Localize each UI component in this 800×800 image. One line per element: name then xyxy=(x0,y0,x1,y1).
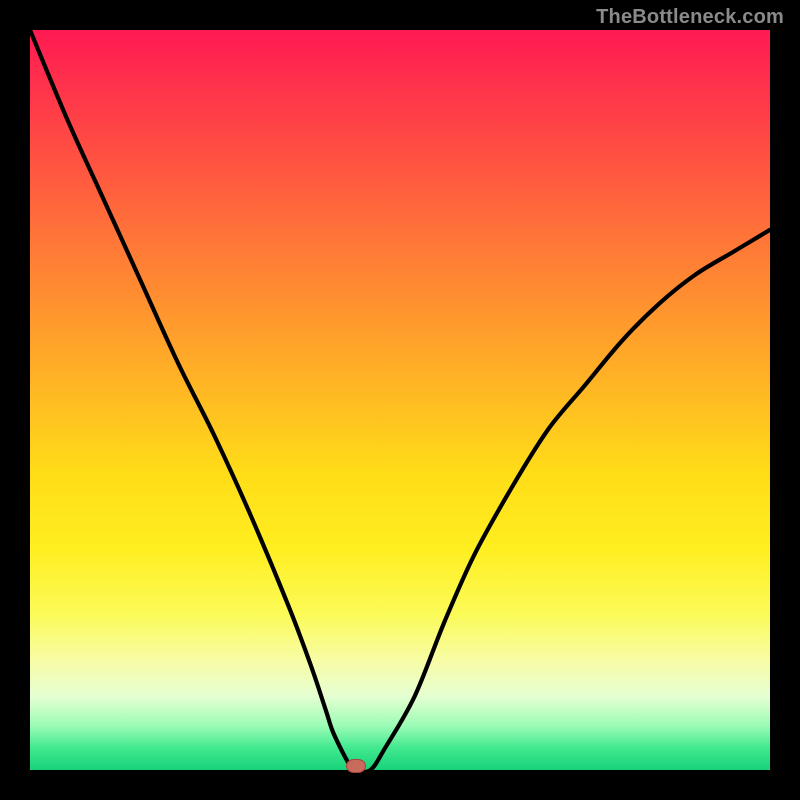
plot-area xyxy=(30,30,770,770)
chart-frame: TheBottleneck.com xyxy=(0,0,800,800)
optimal-marker xyxy=(346,759,366,773)
watermark-text: TheBottleneck.com xyxy=(596,6,784,29)
bottleneck-curve xyxy=(30,30,770,770)
curve-path xyxy=(30,30,770,770)
